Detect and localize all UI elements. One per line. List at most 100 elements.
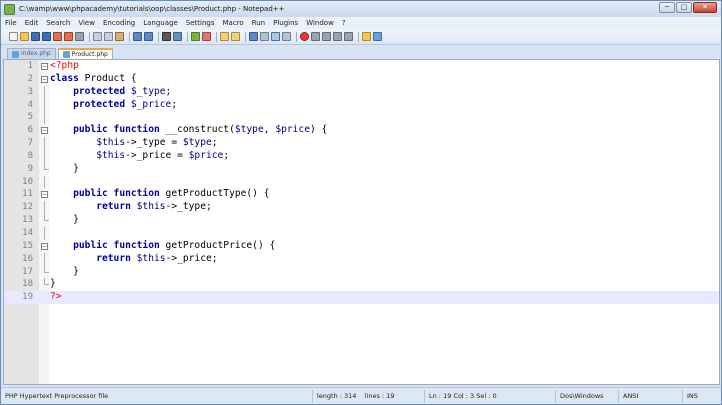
copy-icon[interactable] xyxy=(104,32,113,41)
code-line[interactable]: 12 return $this->_type; xyxy=(4,201,719,215)
notepadpp-app-icon xyxy=(4,3,15,15)
fold-guide xyxy=(44,175,45,189)
fold-collapse-icon[interactable]: − xyxy=(41,127,48,135)
undo-icon[interactable] xyxy=(133,32,142,41)
save-macro-icon[interactable] xyxy=(344,32,353,41)
new-file-icon[interactable] xyxy=(9,32,18,41)
status-bar: PHP Hypertext Preprocessor file length :… xyxy=(1,387,721,404)
find-icon[interactable] xyxy=(162,32,171,41)
code-text: class Product { xyxy=(50,72,137,84)
tab-label: Product.php xyxy=(71,50,108,58)
menu-macro[interactable]: Macro xyxy=(219,19,248,27)
code-line[interactable]: 18 } xyxy=(4,278,719,291)
line-number: 16 xyxy=(22,253,33,264)
menu-window[interactable]: Window xyxy=(302,19,338,27)
close-all-icon[interactable] xyxy=(64,32,73,41)
fold-collapse-icon[interactable]: − xyxy=(41,63,48,70)
menu-settings[interactable]: Settings xyxy=(182,19,219,27)
code-line-current[interactable]: 19 ?> xyxy=(4,291,719,305)
code-text: return $this->_price; xyxy=(96,252,218,264)
code-line[interactable]: 2 − class Product { xyxy=(4,73,719,86)
status-insert-mode[interactable]: INS xyxy=(683,390,702,403)
tab-product-php[interactable]: Product.php xyxy=(57,48,113,59)
save-all-icon[interactable] xyxy=(42,32,51,41)
play-macro-icon[interactable] xyxy=(322,32,331,41)
run-macro-multiple-icon[interactable] xyxy=(333,32,342,41)
code-line[interactable]: 5 xyxy=(4,111,719,125)
stop-macro-icon[interactable] xyxy=(311,32,320,41)
code-line[interactable]: 14 xyxy=(4,226,719,240)
line-number: 18 xyxy=(22,279,33,290)
print-icon[interactable] xyxy=(75,32,84,41)
sync-horizontal-icon[interactable] xyxy=(231,32,240,41)
menu-encoding[interactable]: Encoding xyxy=(99,19,139,27)
cut-icon[interactable] xyxy=(93,32,102,41)
show-all-chars-icon[interactable] xyxy=(260,32,269,41)
redo-icon[interactable] xyxy=(144,32,153,41)
menu-help[interactable]: ? xyxy=(338,19,350,27)
save-icon[interactable] xyxy=(31,32,40,41)
code-line[interactable]: 4 protected $_price; xyxy=(4,98,719,112)
line-number: 14 xyxy=(22,227,33,238)
replace-icon[interactable] xyxy=(173,32,182,41)
document-tab-bar: index.php Product.php xyxy=(1,46,721,59)
word-wrap-icon[interactable] xyxy=(249,32,258,41)
status-encoding[interactable]: ANSI xyxy=(619,389,683,403)
fold-guide xyxy=(44,85,45,99)
code-text: } xyxy=(50,265,79,277)
paste-icon[interactable] xyxy=(115,32,124,41)
status-eol[interactable]: Dos\Windows xyxy=(556,389,619,403)
tab-index-php[interactable]: index.php xyxy=(7,48,56,59)
code-line[interactable]: 6 − public function __construct($type, $… xyxy=(4,124,719,137)
code-line[interactable]: 8 $this->_price = $price; xyxy=(4,149,719,163)
code-line[interactable]: 11 − public function getProductType() { xyxy=(4,188,719,201)
indent-guide-icon[interactable] xyxy=(271,32,280,41)
spell-check-icon[interactable] xyxy=(362,32,371,41)
toolbar xyxy=(1,29,721,45)
code-line[interactable]: 16 return $this->_price; xyxy=(4,252,719,266)
maximize-button[interactable]: □ xyxy=(676,2,692,13)
code-editor[interactable]: 1 − <?php 2 − class Product { 3 protecte… xyxy=(3,59,720,385)
fold-collapse-icon[interactable]: − xyxy=(41,191,48,199)
user-language-icon[interactable] xyxy=(282,32,291,41)
menu-language[interactable]: Language xyxy=(139,19,182,27)
record-macro-icon[interactable] xyxy=(300,32,309,41)
tab-label: index.php xyxy=(21,50,51,57)
zoom-out-icon[interactable] xyxy=(202,32,211,41)
fold-guide xyxy=(44,201,45,215)
minimize-button[interactable]: ─ xyxy=(659,2,675,13)
fold-guide xyxy=(44,137,45,150)
menu-view[interactable]: View xyxy=(74,19,99,27)
plugin-icon[interactable] xyxy=(373,32,382,41)
code-text: public function __construct($type, $pric… xyxy=(73,124,328,136)
menu-edit[interactable]: Edit xyxy=(21,19,43,27)
zoom-in-icon[interactable] xyxy=(191,32,200,41)
line-number: 5 xyxy=(27,112,33,123)
close-file-icon[interactable] xyxy=(53,32,62,41)
code-text: return $this->_type; xyxy=(96,201,212,213)
code-line[interactable]: 3 protected $_type; xyxy=(4,85,719,99)
menu-run[interactable]: Run xyxy=(248,19,269,27)
code-line[interactable]: 15 − public function getProductPrice() { xyxy=(4,240,719,253)
code-line[interactable]: 9 } xyxy=(4,162,719,176)
sync-vertical-icon[interactable] xyxy=(220,32,229,41)
fold-collapse-icon[interactable]: − xyxy=(41,242,48,250)
code-line[interactable]: 13 } xyxy=(4,214,719,227)
line-number: 9 xyxy=(27,163,33,174)
code-line[interactable]: 17 } xyxy=(4,265,719,279)
code-line[interactable]: 1 − <?php xyxy=(4,60,719,73)
status-length: length : 314 xyxy=(317,391,357,400)
code-line[interactable]: 7 $this->_type = $type; xyxy=(4,137,719,150)
close-button[interactable]: ✕ xyxy=(693,2,717,13)
menu-plugins[interactable]: Plugins xyxy=(269,19,302,27)
menu-file[interactable]: File xyxy=(1,19,21,27)
line-number: 7 xyxy=(27,138,33,149)
code-line[interactable]: 10 xyxy=(4,175,719,189)
open-folder-icon[interactable] xyxy=(20,32,29,41)
menu-search[interactable]: Search xyxy=(42,19,74,27)
toolbar-separator xyxy=(358,31,359,42)
status-length-lines: length : 314 lines : 19 xyxy=(313,389,425,403)
fold-collapse-icon[interactable]: − xyxy=(41,75,48,83)
window-controls: ─ □ ✕ xyxy=(659,2,717,13)
title-bar[interactable]: C:\wamp\www\phpacademy\tutorials\oop\cla… xyxy=(1,1,721,17)
